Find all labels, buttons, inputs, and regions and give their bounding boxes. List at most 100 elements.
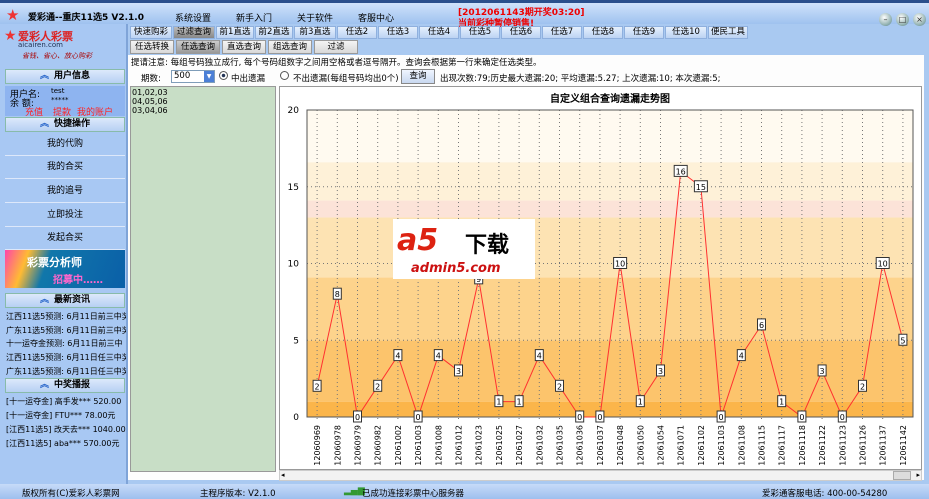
tab-5[interactable]: 任选2 (337, 26, 377, 39)
section-title: 用户信息 (54, 71, 91, 81)
tab-4[interactable]: 前3直选 (294, 26, 336, 39)
sidebar-item-my-group-buys[interactable]: 我的合买 (5, 157, 125, 179)
news-item[interactable]: 江西11选5预测: 6月11日前三中奖 (6, 311, 126, 322)
subtab-3[interactable]: 组选查询 (268, 40, 312, 54)
status-bar: 版权所有(C)爱彩人彩票网 主程序版本: V2.1.0 ▂▄▆ 已成功连接彩票中… (0, 484, 929, 499)
subtab-0[interactable]: 任选转换 (130, 40, 174, 54)
tab-13[interactable]: 任选10 (665, 26, 707, 39)
tab-0[interactable]: 快速购彩 (130, 26, 172, 39)
news-item[interactable]: 十一运夺金预测: 6月11日前三中 (6, 338, 126, 349)
username-value: test (51, 87, 65, 95)
data-label: 10 (615, 260, 625, 269)
periods-value: 500 (174, 71, 191, 81)
menu-support[interactable]: 客服中心 (358, 11, 394, 24)
quick-actions-header[interactable]: ︽ 快捷操作 (5, 117, 125, 132)
star-logo-icon: ★ (4, 28, 17, 44)
collapse-icon: ︽ (39, 380, 49, 390)
menu-system-settings[interactable]: 系统设置 (175, 11, 211, 24)
scroll-right-icon[interactable]: ▸ (916, 471, 920, 479)
scrollbar-thumb[interactable] (893, 471, 911, 480)
radio-hit-omission-label[interactable]: 中出遗漏 (231, 72, 265, 84)
y-tick-label: 15 (288, 183, 299, 193)
data-label: 3 (658, 367, 663, 376)
radio-hit-omission[interactable] (219, 71, 228, 80)
tab-2[interactable]: 前1直选 (216, 26, 254, 39)
x-tick-label: 12061003 (414, 425, 423, 466)
tab-11[interactable]: 任选8 (583, 26, 623, 39)
collapse-icon: ︽ (39, 71, 49, 81)
data-label: 2 (557, 382, 562, 391)
periods-select[interactable]: 500 ▼ (171, 70, 215, 83)
tab-3[interactable]: 前2直选 (255, 26, 293, 39)
sidebar-item-my-chase[interactable]: 我的追号 (5, 181, 125, 203)
tab-12[interactable]: 任选9 (624, 26, 664, 39)
data-label: 4 (436, 352, 441, 361)
subtab-1[interactable]: 任选查询 (176, 40, 220, 54)
query-button[interactable]: 查询 (401, 69, 435, 84)
x-tick-label: 12061002 (394, 425, 403, 466)
close-icon[interactable]: × (913, 13, 926, 26)
tab-7[interactable]: 任选4 (419, 26, 459, 39)
chevron-down-icon[interactable]: ▼ (204, 71, 214, 82)
tab-9[interactable]: 任选6 (501, 26, 541, 39)
menu-about[interactable]: 关于软件 (297, 11, 333, 24)
collapse-icon: ︽ (39, 295, 49, 305)
hint-text: 提请注意: 每组号码独立成行, 每个号码组数字之间用空格或者逗号隔开。查询会根据… (131, 58, 542, 68)
data-label: 1 (517, 398, 522, 407)
x-tick-label: 12061117 (778, 425, 787, 466)
sidebar-item-start-group-buy[interactable]: 发起合买 (5, 228, 125, 250)
tab-6[interactable]: 任选3 (378, 26, 418, 39)
x-tick-label: 12061115 (758, 425, 767, 466)
number-groups-input[interactable]: 01,02,03 04,05,06 03,04,06 (130, 86, 276, 472)
win-item: [江西11选5] 改天去*** 1040.00 (6, 425, 126, 434)
data-label: 4 (739, 352, 744, 361)
user-info-panel: 用户名: test 余 额: ***** 充值 提款 我的账户 (5, 86, 125, 118)
data-label: 0 (799, 413, 804, 422)
x-tick-label: 12061103 (717, 425, 726, 466)
radio-no-hit-omission[interactable] (280, 71, 289, 80)
balance-value: ***** (51, 96, 69, 104)
horizontal-scrollbar[interactable]: ◂ ▸ (279, 470, 922, 481)
x-tick-label: 12060978 (333, 425, 342, 466)
data-label: 3 (456, 367, 461, 376)
data-label: 15 (696, 183, 706, 192)
news-item[interactable]: 广东11选5预测: 6月11日前三中奖 (6, 325, 126, 336)
x-tick-label: 12061137 (879, 425, 888, 466)
data-label: 10 (878, 260, 888, 269)
sidebar-item-my-purchases[interactable]: 我的代购 (5, 134, 125, 156)
winners-header[interactable]: ︽ 中奖播报 (5, 378, 125, 393)
news-item[interactable]: 广东11选5预测: 6月11日任三中奖 (6, 366, 126, 377)
periods-label: 期数: (141, 74, 161, 84)
copyright: 版权所有(C)爱彩人彩票网 (22, 489, 120, 499)
data-label: 0 (840, 413, 845, 422)
y-tick-label: 5 (293, 336, 299, 346)
radio-no-hit-omission-label[interactable]: 不出遗漏(每组号码均出0个) (293, 72, 399, 84)
tab-10[interactable]: 任选7 (542, 26, 582, 39)
tab-8[interactable]: 任选5 (460, 26, 500, 39)
subtab-2[interactable]: 直选查询 (222, 40, 266, 54)
news-item[interactable]: 江西11选5预测: 6月11日任三中奖 (6, 352, 126, 363)
chart-title: 自定义组合查询遗漏走势图 (550, 92, 670, 105)
menu-beginner[interactable]: 新手入门 (236, 11, 272, 24)
data-label: 1 (638, 398, 643, 407)
user-info-header[interactable]: ︽ 用户信息 (5, 69, 125, 84)
data-label: 1 (496, 398, 501, 407)
x-tick-label: 12060982 (374, 425, 383, 466)
x-tick-label: 12061037 (596, 425, 605, 466)
x-tick-label: 12061122 (818, 425, 827, 466)
x-tick-label: 12061108 (737, 425, 746, 466)
tab-1[interactable]: 过滤查询 (173, 26, 215, 39)
data-label: 16 (676, 167, 686, 176)
maximize-icon[interactable]: □ (896, 13, 909, 26)
scroll-left-icon[interactable]: ◂ (281, 471, 285, 479)
analyst-recruit-banner[interactable]: 彩票分析师 招募中…… (5, 250, 125, 288)
minimize-icon[interactable]: – (879, 13, 892, 26)
news-header[interactable]: ︽ 最新资讯 (5, 293, 125, 308)
sidebar-item-bet-now[interactable]: 立即投注 (5, 205, 125, 227)
tab-14[interactable]: 便民工具 (708, 26, 748, 39)
y-tick-label: 20 (288, 106, 300, 116)
x-tick-label: 12060979 (354, 425, 363, 466)
subtab-4[interactable]: 过滤 (314, 40, 358, 54)
version-text: 主程序版本: V2.1.0 (200, 489, 276, 499)
x-tick-label: 12061126 (859, 425, 868, 466)
